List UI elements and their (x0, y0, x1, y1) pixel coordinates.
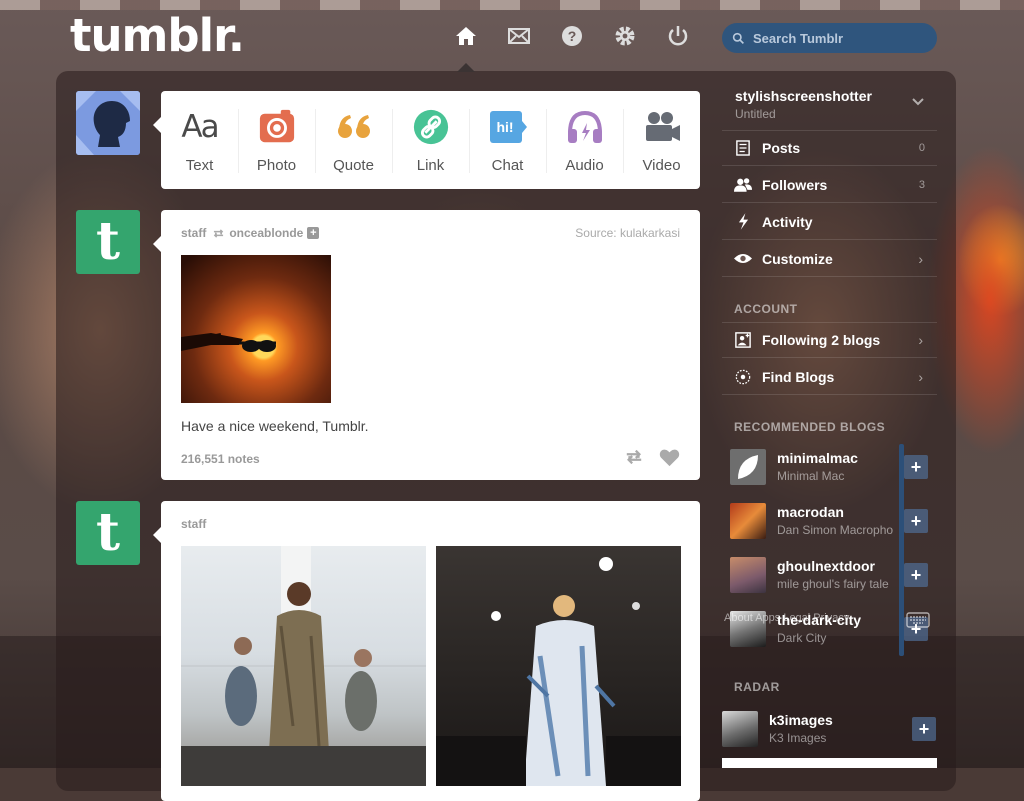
compass-icon (732, 369, 754, 385)
reblog-icon[interactable] (623, 448, 645, 466)
recommended-blog[interactable]: minimalmac Minimal Mac + (730, 447, 935, 487)
reblogged-from[interactable]: onceablonde (229, 226, 303, 240)
post-type-quote[interactable]: Quote (315, 91, 392, 189)
sidebar-item-followers[interactable]: Followers 3 (722, 167, 937, 203)
post-type-photo[interactable]: Photo (238, 91, 315, 189)
svg-text:?: ? (568, 28, 577, 44)
follow-plus-button[interactable]: + (904, 563, 928, 587)
home-active-indicator (457, 63, 475, 72)
link-icon (411, 107, 451, 147)
recommended-blog[interactable]: macrodan Dan Simon Macropho + (730, 501, 935, 541)
following-icon (732, 332, 754, 348)
tumblr-t-icon: t (95, 502, 121, 563)
chevron-right-icon: › (918, 250, 923, 267)
sidebar-blog-title: Untitled (735, 107, 776, 121)
quote-icon (334, 107, 374, 147)
activity-bolt-icon (732, 213, 754, 230)
chat-icon: hi! (488, 107, 528, 147)
staff-avatar-2[interactable]: t (76, 501, 140, 565)
blog-avatar (730, 503, 766, 539)
post-card-2: staff (153, 501, 700, 801)
post-card: staff onceablonde + Source: kulakarkasi … (153, 210, 700, 480)
recommended-blog[interactable]: ghoulnextdoor mile ghoul's fairy tale + (730, 555, 935, 595)
mail-icon[interactable] (505, 22, 533, 50)
sidebar-item-posts[interactable]: Posts 0 (722, 130, 937, 166)
post-header: staff onceablonde + (181, 226, 320, 240)
tumblr-t-icon: t (95, 211, 121, 272)
post-notes[interactable]: 216,551 notes (181, 452, 260, 466)
follow-plus-button[interactable]: + (904, 509, 928, 533)
radar-post-preview[interactable] (722, 758, 937, 768)
posts-icon (732, 140, 754, 156)
reblog-small-icon (214, 228, 224, 238)
post-actions (623, 448, 680, 467)
post-type-link[interactable]: Link (392, 91, 469, 189)
sidebar-footer-links[interactable]: About Apps Legal Privacy (724, 612, 849, 624)
camera-icon (257, 107, 297, 147)
video-camera-icon (642, 107, 682, 147)
blog-avatar (730, 449, 766, 485)
post-author[interactable]: staff (181, 226, 206, 240)
post-type-audio[interactable]: Audio (546, 91, 623, 189)
source-link[interactable]: kulakarkasi (620, 226, 680, 240)
search-icon (732, 32, 744, 44)
search-input[interactable] (751, 29, 925, 47)
account-section-title: ACCOUNT (734, 302, 798, 316)
user-avatar[interactable] (76, 91, 140, 155)
help-icon[interactable]: ? (558, 22, 586, 50)
headphones-icon (565, 107, 605, 147)
recommended-section-title: RECOMMENDED BLOGS (734, 420, 886, 434)
post-caption: Have a nice weekend, Tumblr. (181, 418, 369, 434)
sidebar-item-activity[interactable]: Activity (722, 204, 937, 240)
power-icon[interactable] (664, 22, 692, 50)
tumblr-logo[interactable]: tumblr. (70, 8, 245, 64)
home-icon[interactable] (452, 22, 480, 50)
post-type-menu: Aa Text Photo Quote Link hi! Chat Audio (153, 91, 700, 189)
blog-avatar (730, 557, 766, 593)
search-box[interactable] (722, 23, 937, 53)
text-icon: Aa (181, 109, 219, 145)
sidebar-item-find-blogs[interactable]: Find Blogs › (722, 359, 937, 395)
post-type-video[interactable]: Video (623, 91, 700, 189)
settings-icon[interactable] (611, 22, 639, 50)
sidebar-item-customize[interactable]: Customize › (722, 241, 937, 277)
post-source: Source: kulakarkasi (575, 226, 680, 240)
post-author[interactable]: staff (181, 517, 206, 531)
post-type-chat[interactable]: hi! Chat (469, 91, 546, 189)
followers-icon (732, 177, 754, 192)
chevron-right-icon: › (918, 332, 923, 348)
staff-avatar[interactable]: t (76, 210, 140, 274)
recommended-scrollbar[interactable] (899, 444, 904, 656)
post-photo-right[interactable] (436, 546, 681, 786)
post-header-2: staff (181, 517, 206, 531)
post-photo-left[interactable] (181, 546, 426, 786)
sidebar-blog-name[interactable]: stylishscreenshotter (735, 88, 872, 104)
follow-plus-button[interactable]: + (912, 717, 936, 741)
follow-plus-button[interactable]: + (904, 455, 928, 479)
blog-avatar (722, 711, 758, 747)
keyboard-shortcuts-icon[interactable] (906, 612, 930, 628)
follow-plus-icon[interactable]: + (307, 227, 320, 239)
eye-icon (732, 253, 754, 264)
blog-dropdown-chevron-icon[interactable] (912, 98, 924, 106)
sidebar-item-following[interactable]: Following 2 blogs › (722, 322, 937, 358)
post-photo[interactable] (181, 255, 331, 403)
radar-section-title: RADAR (734, 680, 780, 694)
radar-blog[interactable]: k3images K3 Images + (722, 709, 936, 749)
post-type-text[interactable]: Aa Text (161, 91, 238, 189)
chevron-right-icon: › (918, 368, 923, 385)
like-heart-icon[interactable] (659, 448, 680, 467)
top-header: tumblr. ? (0, 0, 1024, 72)
